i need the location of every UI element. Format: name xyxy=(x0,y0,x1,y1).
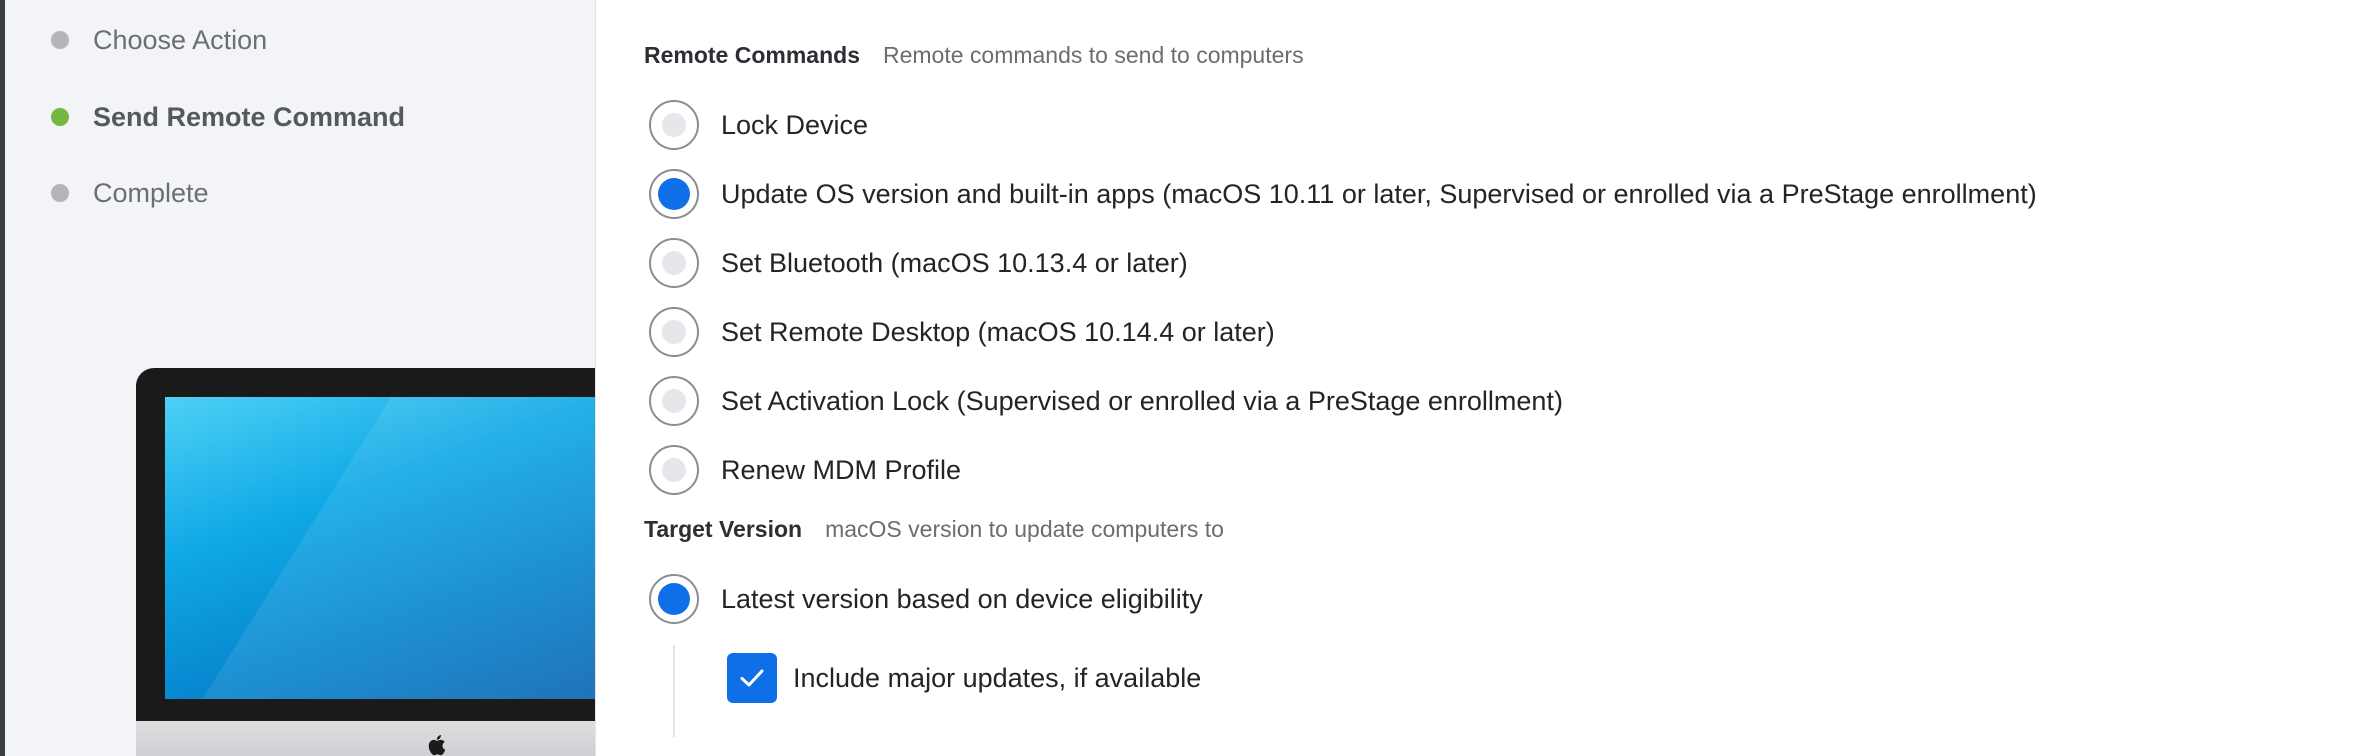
radio-button[interactable] xyxy=(649,376,699,426)
wizard-step-send-remote-command: Send Remote Command xyxy=(51,97,405,137)
step-status-dot-active xyxy=(51,108,69,126)
radio-option-set-remote-desktop[interactable]: Set Remote Desktop (macOS 10.14.4 or lat… xyxy=(649,306,1275,358)
wizard-step-choose-action: Choose Action xyxy=(51,20,267,60)
main-content: Remote Commands Remote commands to send … xyxy=(597,0,2358,756)
radio-label[interactable]: Update OS version and built-in apps (mac… xyxy=(721,179,2037,210)
include-major-updates-option[interactable]: Include major updates, if available xyxy=(727,653,1201,703)
radio-label[interactable]: Latest version based on device eligibili… xyxy=(721,584,1203,615)
step-status-dot xyxy=(51,184,69,202)
checkmark-icon xyxy=(740,669,764,687)
imac-screen xyxy=(165,397,595,699)
radio-button[interactable] xyxy=(649,445,699,495)
radio-label[interactable]: Lock Device xyxy=(721,110,868,141)
apple-logo-icon xyxy=(428,735,446,756)
checkbox-label[interactable]: Include major updates, if available xyxy=(793,663,1201,694)
subgroup-indent-line xyxy=(673,645,675,737)
radio-label[interactable]: Renew MDM Profile xyxy=(721,455,961,486)
radio-option-renew-mdm-profile[interactable]: Renew MDM Profile xyxy=(649,444,961,496)
radio-option-latest-version[interactable]: Latest version based on device eligibili… xyxy=(649,573,1203,625)
radio-button[interactable] xyxy=(649,307,699,357)
imac-illustration xyxy=(136,368,595,756)
wizard-step-complete: Complete xyxy=(51,173,209,213)
radio-button-selected[interactable] xyxy=(649,169,699,219)
include-major-updates-checkbox[interactable] xyxy=(727,653,777,703)
section-title: Remote Commands xyxy=(644,42,860,68)
radio-label[interactable]: Set Activation Lock (Supervised or enrol… xyxy=(721,386,1563,417)
radio-option-set-bluetooth[interactable]: Set Bluetooth (macOS 10.13.4 or later) xyxy=(649,237,1188,289)
imac-chin xyxy=(136,721,595,756)
wizard-sidebar: Choose Action Send Remote Command Comple… xyxy=(5,0,596,756)
step-label: Complete xyxy=(93,177,209,208)
radio-label[interactable]: Set Remote Desktop (macOS 10.14.4 or lat… xyxy=(721,317,1275,348)
step-label: Choose Action xyxy=(93,24,268,55)
radio-button[interactable] xyxy=(649,238,699,288)
step-status-dot xyxy=(51,31,69,49)
section-description: Remote commands to send to computers xyxy=(882,42,1304,68)
section-title: Target Version xyxy=(644,516,803,542)
radio-option-update-os[interactable]: Update OS version and built-in apps (mac… xyxy=(649,168,2037,220)
section-description: macOS version to update computers to xyxy=(825,516,1224,542)
radio-label[interactable]: Set Bluetooth (macOS 10.13.4 or later) xyxy=(721,248,1188,279)
remote-commands-header: Remote Commands Remote commands to send … xyxy=(644,42,1304,69)
radio-button[interactable] xyxy=(649,100,699,150)
radio-option-lock-device[interactable]: Lock Device xyxy=(649,99,868,151)
target-version-header: Target Version macOS version to update c… xyxy=(644,516,1224,543)
step-label: Send Remote Command xyxy=(93,101,406,132)
radio-button-selected[interactable] xyxy=(649,574,699,624)
radio-option-set-activation-lock[interactable]: Set Activation Lock (Supervised or enrol… xyxy=(649,375,1563,427)
